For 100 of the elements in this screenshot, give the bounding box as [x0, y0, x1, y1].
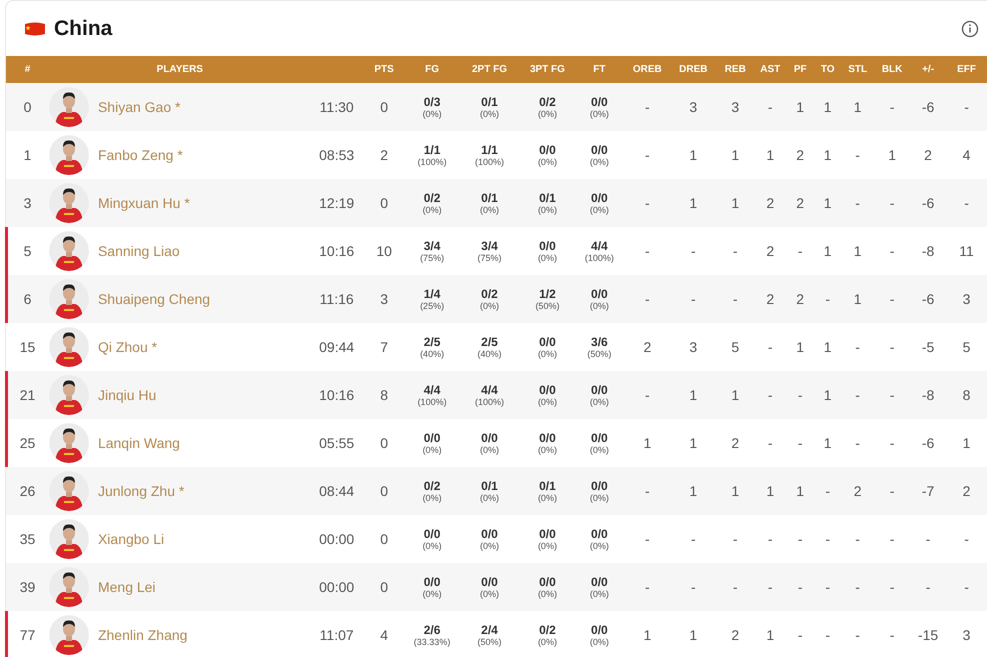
jersey-number: 21 [18, 386, 36, 404]
stat-cell-text: - [888, 530, 896, 548]
shot-percentage: (0%) [422, 494, 442, 502]
column-header: AST [759, 63, 782, 77]
team-title: China [54, 16, 112, 42]
shot-percentage: (50%) [535, 302, 560, 310]
player-avatar [48, 183, 89, 223]
player-avatar [48, 519, 89, 559]
stat-cell-text: 1 [642, 434, 652, 452]
shot-percentage: (0%) [480, 494, 500, 502]
stat-cell-text: - [796, 434, 804, 452]
shots-made-cell: 0/0 [591, 96, 608, 108]
stat-cell-text: - [854, 386, 861, 404]
minutes-cell-text: 08:44 [318, 482, 356, 500]
points-cell-text: 7 [379, 338, 390, 356]
shot-percentage: (75%) [420, 254, 444, 262]
stat-cell-text: -6 [920, 434, 936, 452]
player-name[interactable]: Xiangbo Li [98, 528, 164, 550]
points-cell-text: 2 [379, 146, 390, 164]
points-cell-text: 0 [379, 530, 390, 548]
stat-cell-text: - [732, 242, 739, 260]
shots-made-cell: 3/4 [424, 240, 440, 252]
stat-cell-text: 2 [852, 482, 863, 500]
stat-cell-text: 1 [688, 146, 698, 164]
stat-cell-text: -5 [920, 338, 936, 356]
player-name[interactable]: Mingxuan Hu * [98, 192, 190, 214]
stat-cell-text: 1 [887, 146, 897, 164]
minutes-cell-text: 00:00 [318, 530, 356, 548]
column-header: 2PT FG [471, 63, 508, 77]
stat-cell-text: 1 [730, 482, 740, 500]
shot-percentage: (0%) [538, 446, 557, 454]
stat-cell-text: 1 [642, 626, 652, 644]
stat-cell-text: 3 [730, 98, 740, 116]
stat-cell-text: 1 [688, 482, 698, 500]
shot-percentage: (0%) [538, 590, 557, 598]
shot-percentage: (0%) [590, 398, 609, 406]
shot-percentage: (100%) [475, 398, 504, 406]
stat-cell-text: - [766, 338, 774, 356]
shot-percentage: (0%) [538, 254, 557, 262]
stat-cell-text: - [796, 386, 804, 404]
stat-cell-text: 2 [962, 482, 972, 500]
player-name[interactable]: Meng Lei [98, 576, 156, 598]
shots-made-cell: 0/0 [481, 432, 498, 444]
stat-cell-text: - [963, 194, 970, 212]
stat-cell-text: - [796, 626, 804, 644]
stat-cell-text: 1 [822, 98, 833, 116]
player-name[interactable]: Junlong Zhu * [98, 480, 184, 502]
minutes-cell-text: 10:16 [318, 242, 356, 260]
stat-cell-text: - [924, 578, 932, 596]
stat-cell-text: - [690, 530, 697, 548]
shots-made-cell: 0/0 [424, 432, 440, 444]
stat-cell-text: - [796, 242, 804, 260]
player-name[interactable]: Sanning Liao [98, 240, 180, 262]
stat-cell-text: 1 [730, 146, 740, 164]
points-cell-text: 0 [379, 98, 390, 116]
shots-made-cell: 0/0 [539, 240, 556, 252]
player-avatar [48, 279, 89, 319]
player-name[interactable]: Qi Zhou * [98, 336, 158, 358]
player-name[interactable]: Fanbo Zeng * [98, 144, 183, 166]
minutes-cell-text: 11:07 [318, 626, 355, 644]
jersey-number: 26 [18, 482, 36, 500]
stat-cell-text: - [732, 578, 739, 596]
stat-cell-text: - [690, 242, 697, 260]
player-name[interactable]: Shiyan Gao * [98, 96, 180, 118]
player-avatar [48, 567, 89, 607]
shot-percentage: (0%) [590, 638, 609, 646]
shot-percentage: (0%) [422, 590, 442, 598]
stat-cell-text: - [963, 530, 970, 548]
player-name[interactable]: Zhenlin Zhang [98, 624, 188, 646]
shot-percentage: (0%) [480, 590, 500, 598]
stat-cell-text: 2 [795, 146, 806, 164]
shots-made-cell: 0/2 [539, 96, 556, 108]
stat-cell-text: - [854, 578, 861, 596]
stat-cell-text: 1 [795, 338, 806, 356]
jersey-number: 77 [18, 626, 36, 644]
stat-cell-text: - [766, 530, 774, 548]
player-name[interactable]: Lanqin Wang [98, 432, 180, 454]
shots-made-cell: 0/0 [539, 336, 556, 348]
shot-percentage: (0%) [590, 494, 609, 502]
stat-cell-text: 1 [688, 626, 698, 644]
column-header: BLK [880, 63, 904, 77]
player-name[interactable]: Jinqiu Hu [98, 384, 156, 406]
shots-made-cell: 0/0 [539, 144, 556, 156]
minutes-cell-text: 08:53 [318, 146, 356, 164]
shot-percentage: (0%) [538, 206, 557, 214]
stat-cell-text: 11 [958, 242, 975, 260]
stat-cell-text: 1 [688, 434, 698, 452]
jersey-number: 0 [22, 98, 32, 116]
shots-made-cell: 0/0 [591, 576, 608, 588]
shots-made-cell: 0/1 [539, 192, 556, 204]
stat-cell-text: - [644, 290, 651, 308]
shots-made-cell: 0/2 [424, 480, 440, 492]
shot-percentage: (100%) [584, 254, 614, 262]
player-name[interactable]: Shuaipeng Cheng [98, 288, 210, 310]
minutes-cell-text: 11:30 [318, 98, 355, 116]
info-icon[interactable] [961, 20, 979, 38]
shot-percentage: (0%) [538, 110, 557, 118]
stat-cell-text: - [888, 434, 896, 452]
shots-made-cell: 0/1 [481, 96, 498, 108]
stat-cell-text: 1 [795, 482, 806, 500]
